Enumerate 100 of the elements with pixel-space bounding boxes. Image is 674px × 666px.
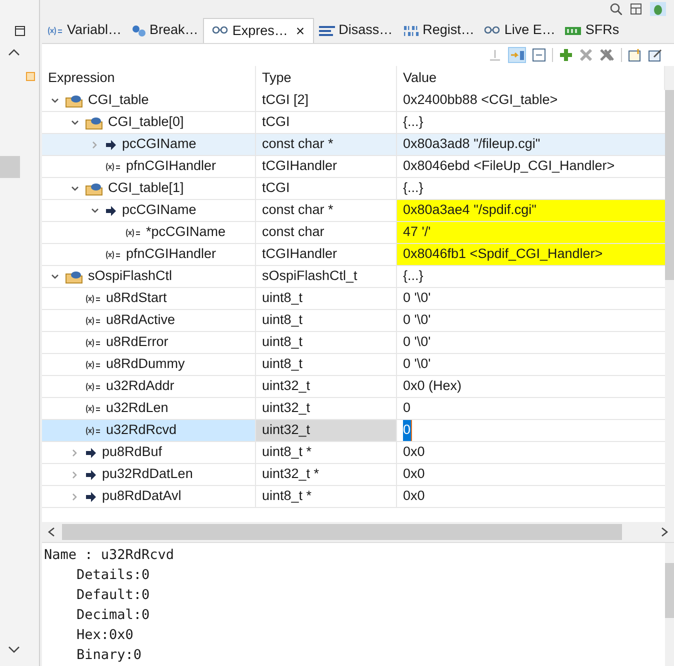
edit-window-icon[interactable] — [648, 48, 662, 62]
arrow-icon — [85, 446, 97, 458]
tree-row[interactable]: pu32RdDatLen uint32_t * 0x0 — [42, 464, 665, 486]
scroll-thumb[interactable] — [665, 563, 674, 618]
scroll-thumb[interactable] — [665, 90, 674, 280]
folder-icon — [85, 116, 103, 130]
variable-icon — [85, 338, 101, 348]
close-button[interactable]: × — [296, 24, 305, 38]
tree-row[interactable]: pu8RdDatAvl uint8_t * 0x0 — [42, 486, 665, 508]
detail-line: Binary:0 — [76, 646, 143, 665]
restore-icon[interactable] — [14, 26, 24, 36]
tree-row[interactable]: u8RdStart uint8_t 0 '\0' — [42, 288, 665, 310]
variable-icon — [105, 250, 121, 260]
tree-row[interactable]: pcCGIName const char * 0x80a3ae4 "/spdif.cgi" — [42, 200, 665, 222]
type-cell: uint32_t * — [256, 464, 397, 485]
value-cell: 0x8046fb1 <Spdif_CGI_Handler> — [397, 244, 665, 265]
tree-row[interactable]: pu8RdBuf uint8_t * 0x0 — [42, 442, 665, 464]
variable-icon — [47, 26, 63, 36]
list-icon — [318, 24, 335, 36]
value-cell-text: {...} — [402, 113, 424, 132]
tree-row[interactable]: pfnCGIHandler tCGIHandler 0x8046fb1 <Spdif_CGI_Handler> — [42, 244, 665, 266]
expression-name: CGI_table[0] — [108, 113, 184, 132]
expression-name: pfnCGIHandler — [126, 157, 216, 176]
scroll-up-icon[interactable] — [8, 48, 20, 56]
chevron-down-icon[interactable] — [70, 184, 80, 194]
expression-name: u8RdStart — [106, 289, 167, 308]
tab[interactable]: Disass… — [314, 18, 398, 43]
expression-name: pu8RdDatAvl — [102, 487, 182, 506]
tree-row[interactable]: u8RdError uint8_t 0 '\0' — [42, 332, 665, 354]
tree-row[interactable]: u32RdAddr uint32_t 0x0 (Hex) — [42, 376, 665, 398]
tab[interactable]: Live E… — [479, 18, 560, 43]
tab-label: Live E… — [504, 21, 556, 40]
column-header[interactable]: Expression — [42, 66, 256, 90]
expression-name: pfnCGIHandler — [126, 245, 216, 264]
remove-icon[interactable] — [579, 48, 593, 62]
tab[interactable]: Regist… — [398, 18, 480, 43]
variable-icon — [85, 426, 101, 436]
search-icon[interactable] — [610, 3, 622, 15]
expression-name: pu32RdDatLen — [102, 465, 193, 484]
vertical-scrollbar[interactable] — [665, 543, 674, 666]
tree-row[interactable]: CGI_table tCGI [2] 0x2400bb88 <CGI_table> — [42, 90, 665, 112]
tab[interactable]: SFRs — [560, 18, 624, 43]
chip-icon — [565, 26, 582, 36]
tab-label: Expres… — [232, 22, 288, 40]
tree-row[interactable]: sOspiFlashCtl sOspiFlashCtl_t {...} — [42, 266, 665, 288]
folder-icon — [65, 270, 83, 284]
variable-icon — [85, 316, 101, 326]
type-cell: tCGI [2] — [256, 90, 397, 111]
folder-icon — [65, 94, 83, 108]
vertical-scrollbar[interactable] — [665, 66, 674, 522]
value-input[interactable]: 0 — [403, 420, 412, 441]
tab[interactable]: Expres… × — [203, 18, 314, 43]
grid-icon[interactable] — [630, 3, 642, 15]
tree-row[interactable]: *pcCGIName const char 47 '/' — [42, 222, 665, 244]
type-cell: uint8_t * — [256, 486, 397, 507]
detail-line: Name : u32RdRcvd — [44, 546, 176, 565]
horizontal-scrollbar[interactable] — [42, 522, 674, 542]
expression-name: u8RdError — [106, 333, 168, 352]
variable-icon — [85, 294, 101, 304]
column-header[interactable]: Type — [256, 66, 397, 90]
variable-icon — [85, 360, 101, 370]
expression-name: u8RdDummy — [106, 355, 185, 374]
value-cell-text: 0 '\0' — [402, 355, 432, 374]
tab[interactable]: Variabl… — [42, 18, 127, 43]
tree-row[interactable]: u32RdRcvd uint32_t 0 — [42, 420, 665, 442]
type-cell: uint32_t — [256, 376, 397, 397]
expression-name: u8RdActive — [106, 311, 176, 330]
type-cell: const char * — [256, 134, 397, 155]
scroll-thumb[interactable] — [0, 156, 20, 178]
tree-icon[interactable] — [508, 47, 526, 63]
add-icon[interactable] — [559, 48, 573, 62]
tree-row[interactable]: u8RdActive uint8_t 0 '\0' — [42, 310, 665, 332]
chevron-down-icon[interactable] — [70, 118, 80, 128]
remove-all-icon[interactable] — [599, 48, 615, 62]
tab-label: Break… — [150, 21, 198, 40]
new-window-icon[interactable] — [628, 48, 642, 62]
expression-name: *pcCGIName — [146, 223, 226, 242]
chevron-down-icon[interactable] — [90, 206, 100, 216]
collapse-all-icon[interactable] — [532, 48, 546, 62]
tab-label: Disass… — [338, 21, 393, 40]
tree-row[interactable]: u8RdDummy uint8_t 0 '\0' — [42, 354, 665, 376]
expression-name: CGI_table[1] — [108, 179, 184, 198]
value-cell-text: 0 '\0' — [402, 311, 432, 330]
value-cell: 47 '/' — [397, 222, 665, 243]
scroll-thumb[interactable] — [62, 524, 622, 540]
value-cell-text: {...} — [402, 267, 424, 286]
variable-icon — [105, 162, 121, 172]
chevron-down-icon[interactable] — [50, 96, 60, 106]
tab[interactable]: Break… — [126, 18, 204, 43]
marker-icon — [26, 72, 35, 81]
type-cell: uint8_t — [256, 332, 397, 353]
breakpoint-icon — [132, 24, 146, 36]
value-cell-text: 0x0 — [402, 487, 426, 506]
expression-name: u32RdAddr — [106, 377, 174, 396]
chevron-down-icon[interactable] — [50, 272, 60, 282]
tree-row[interactable]: pfnCGIHandler tCGIHandler 0x8046ebd <FileUp_CGI_Handler> — [42, 156, 665, 178]
value-cell: 0x80a3ae4 "/spdif.cgi" — [397, 200, 665, 221]
detail-line: Decimal:0 — [76, 606, 151, 625]
scroll-down-icon[interactable] — [8, 646, 20, 654]
tree-row[interactable]: pcCGIName const char * 0x80a3ad8 "/fileup.cgi" — [42, 134, 665, 156]
